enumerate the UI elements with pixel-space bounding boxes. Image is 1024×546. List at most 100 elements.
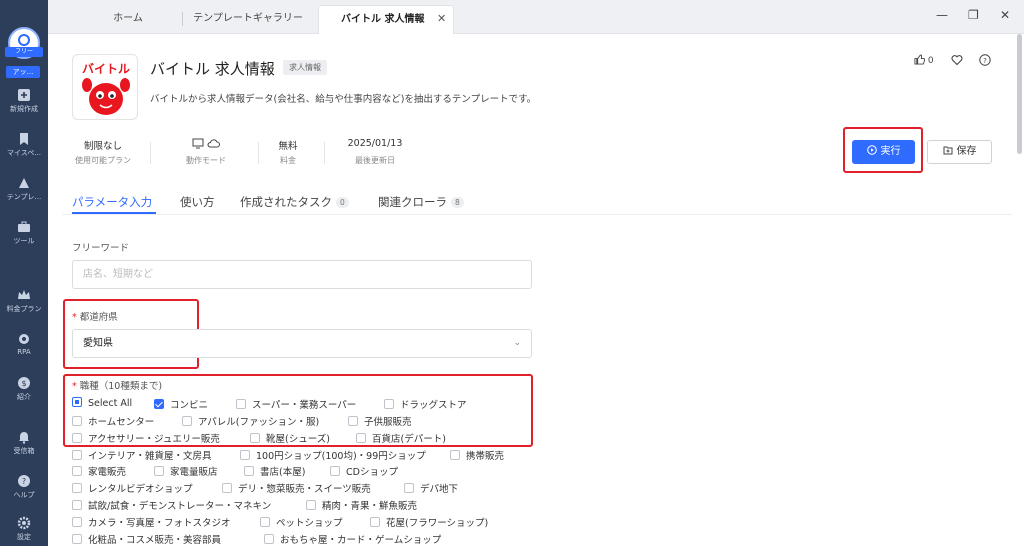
tab-created-tasks[interactable]: 作成されたタスク 0	[240, 194, 349, 210]
checkbox-icon[interactable]	[348, 416, 358, 426]
checkbox-icon[interactable]	[72, 483, 82, 493]
job-checkbox[interactable]: ドラッグストア	[384, 397, 467, 411]
job-checkbox[interactable]: デパ地下	[404, 481, 458, 495]
tab-related-crawlers[interactable]: 関連クローラ 8	[378, 194, 464, 210]
chevron-down-icon: ⌄	[513, 338, 521, 348]
checkbox-icon[interactable]	[370, 517, 380, 527]
job-checkbox[interactable]: 書店(本屋)	[244, 464, 305, 478]
sidebar-item-label: 料金プラン	[6, 305, 42, 313]
scrollbar[interactable]	[1017, 34, 1022, 154]
checkbox-icon[interactable]	[72, 450, 82, 460]
sidebar-item-inbox[interactable]: 受信箱	[0, 430, 48, 456]
job-checkbox[interactable]: ホームセンター	[72, 414, 154, 428]
tab-template-gallery[interactable]: テンプレートギャラリー	[188, 5, 308, 34]
job-checkbox[interactable]: インテリア・雑貨屋・文房具	[72, 448, 212, 462]
job-checkbox[interactable]: カメラ・写真屋・フォトスタジオ	[72, 515, 231, 529]
checkbox-icon[interactable]	[72, 534, 82, 544]
checkbox-icon[interactable]	[356, 433, 366, 443]
checkbox-icon[interactable]	[182, 416, 192, 426]
checkbox-label: 携帯販売	[466, 451, 505, 462]
job-checkbox[interactable]: 花屋(フラワーショップ)	[370, 515, 488, 529]
keyword-input[interactable]: 店名、短期など	[72, 260, 532, 289]
checkbox-icon[interactable]	[330, 466, 340, 476]
job-checkbox[interactable]: スーパー・業務スーパー	[236, 397, 356, 411]
checkbox-icon[interactable]	[306, 500, 316, 510]
checkbox-icon[interactable]	[72, 517, 82, 527]
heart-icon	[951, 55, 963, 66]
sidebar-item-new[interactable]: 新規作成	[0, 88, 48, 114]
job-checkbox[interactable]: 子供服販売	[348, 414, 412, 428]
checkbox-icon[interactable]	[264, 534, 274, 544]
sidebar-item-pricing[interactable]: 料金プラン	[0, 288, 48, 314]
help-icon: ?	[18, 475, 30, 487]
job-checkbox[interactable]: アクセサリー・ジュエリー販売	[72, 431, 220, 445]
sidebar-item-tools[interactable]: ツール	[0, 220, 48, 246]
checkbox-label: ドラッグストア	[400, 400, 467, 411]
checkbox-icon[interactable]	[72, 433, 82, 443]
app-tag[interactable]: アッ...	[6, 66, 40, 78]
checkbox-icon[interactable]	[72, 466, 82, 476]
run-label: 実行	[880, 146, 901, 157]
tab-usage[interactable]: 使い方	[180, 194, 215, 210]
job-checkbox[interactable]: ペットショップ	[260, 515, 343, 529]
checkbox-label: 化粧品・コスメ販売・美容部員	[88, 535, 222, 546]
run-button[interactable]: 実行	[852, 140, 915, 164]
tab-home[interactable]: ホーム	[68, 5, 188, 34]
checkbox-icon[interactable]	[250, 433, 260, 443]
job-checkbox[interactable]: 家電量販店	[154, 464, 218, 478]
tab-label: 作成されたタスク	[240, 195, 332, 209]
tab-baitoru[interactable]: バイトル 求人情報 ✕	[318, 5, 454, 34]
job-checkbox[interactable]: 携帯販売	[450, 448, 504, 462]
checkbox-icon[interactable]	[222, 483, 232, 493]
prefecture-select[interactable]: 愛知県 ⌄	[72, 329, 532, 358]
job-checkbox[interactable]: コンビニ	[154, 397, 208, 411]
meta-value: 制限なし	[83, 141, 122, 152]
checkbox-icon[interactable]	[154, 399, 164, 409]
sidebar-item-templates[interactable]: テンプレ...	[0, 176, 48, 202]
job-checkbox[interactable]: Select All	[72, 397, 132, 409]
job-checkbox[interactable]: 百貨店(デパート)	[356, 431, 446, 445]
checkbox-icon[interactable]	[236, 399, 246, 409]
help-button[interactable]: ?	[979, 54, 991, 69]
job-checkbox[interactable]: 化粧品・コスメ販売・美容部員	[72, 532, 221, 546]
checkbox-icon[interactable]	[72, 416, 82, 426]
checkbox-icon[interactable]	[154, 466, 164, 476]
save-button[interactable]: 保存	[927, 140, 992, 164]
job-checkbox[interactable]: 100円ショップ(100均)・99円ショップ	[240, 448, 426, 462]
job-checkbox[interactable]: 試飲/試食・デモンストレーター・マネキン	[72, 498, 271, 512]
tab-parameters[interactable]: パラメータ入力	[72, 194, 152, 210]
checkbox-icon[interactable]	[404, 483, 414, 493]
dollar-icon: $	[18, 377, 30, 389]
job-checkbox[interactable]: デリ・惣菜販売・スイーツ販売	[222, 481, 371, 495]
job-checkbox[interactable]: おもちゃ屋・カード・ゲームショップ	[264, 532, 441, 546]
checkbox-icon[interactable]	[72, 500, 82, 510]
restore-icon[interactable]: ❐	[968, 8, 979, 22]
sidebar-item-label: ヘルプ	[13, 491, 35, 499]
checkbox-icon[interactable]	[260, 517, 270, 527]
sidebar-item-referral[interactable]: $ 紹介	[0, 376, 48, 402]
checkbox-icon[interactable]	[384, 399, 394, 409]
job-checkbox[interactable]: アパレル(ファッション・服)	[182, 414, 319, 428]
checkbox-icon[interactable]	[450, 450, 460, 460]
close-icon[interactable]: ✕	[437, 5, 446, 32]
checkbox-icon[interactable]	[244, 466, 254, 476]
sidebar-item-settings[interactable]: 設定	[0, 516, 48, 542]
plus-square-icon	[18, 89, 30, 101]
play-icon	[866, 145, 877, 155]
page-title: バイトル 求人情報	[150, 60, 275, 78]
window-close-icon[interactable]: ✕	[1000, 8, 1010, 22]
job-checkbox[interactable]: レンタルビデオショップ	[72, 481, 193, 495]
checkbox-icon[interactable]	[240, 450, 250, 460]
job-checkbox[interactable]: 精肉・青果・鮮魚販売	[306, 498, 417, 512]
job-checkbox[interactable]: 靴屋(シューズ)	[250, 431, 330, 445]
favorite-button[interactable]	[951, 54, 963, 69]
like-button[interactable]: 0	[914, 54, 934, 66]
job-checkbox[interactable]: 家電販売	[72, 464, 126, 478]
minimize-icon[interactable]: —	[936, 8, 948, 22]
sidebar-item-rpa[interactable]: RPA	[0, 332, 48, 356]
checkbox-label: デパ地下	[420, 484, 459, 495]
sidebar-item-help[interactable]: ? ヘルプ	[0, 474, 48, 500]
sidebar-item-myspace[interactable]: マイスペ...	[0, 132, 48, 158]
job-checkbox[interactable]: CDショップ	[330, 464, 398, 478]
checkbox-icon[interactable]	[72, 397, 82, 407]
